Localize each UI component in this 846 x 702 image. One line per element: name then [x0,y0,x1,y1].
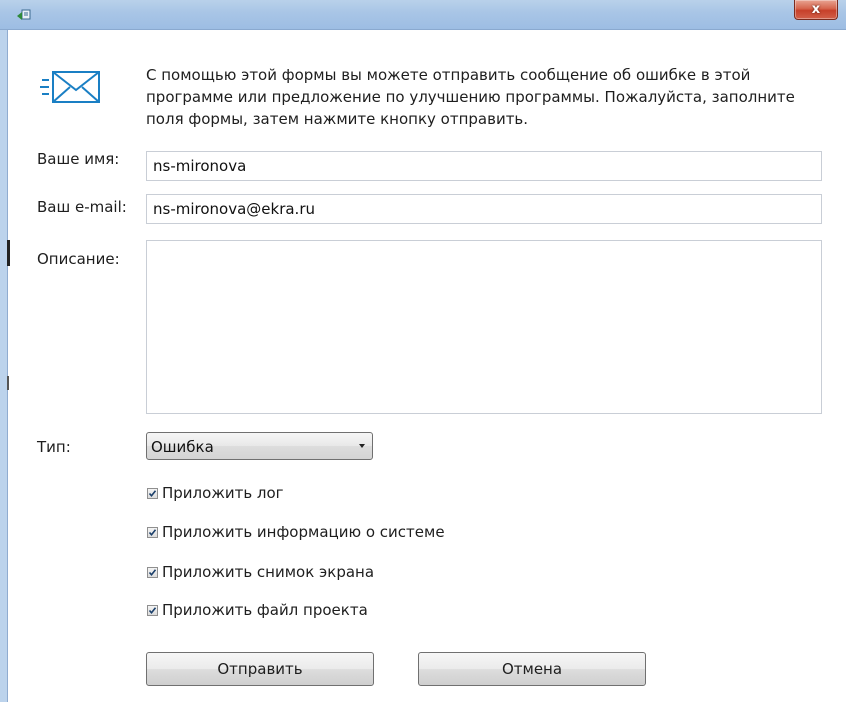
attach-project-file-checkbox[interactable]: Приложить файл проекта [147,601,368,619]
description-textarea[interactable] [146,240,822,414]
attach-log-checkbox[interactable]: Приложить лог [147,484,284,502]
send-button[interactable]: Отправить [146,652,374,686]
title-bar[interactable]: x [0,0,846,30]
type-label: Тип: [37,438,71,456]
checkbox-label: Приложить снимок экрана [162,563,375,581]
cancel-button[interactable]: Отмена [418,652,646,686]
checkbox-label: Приложить лог [162,484,284,502]
checkbox-label: Приложить информацию о системе [162,523,445,541]
mail-send-icon [40,71,100,103]
email-label: Ваш e-mail: [37,198,127,216]
app-icon [17,9,31,20]
checkbox-checked-icon [147,604,158,616]
checkbox-checked-icon [147,487,158,499]
email-input[interactable] [146,194,822,224]
attach-system-info-checkbox[interactable]: Приложить информацию о системе [147,523,445,541]
frame-mark [7,376,9,390]
checkbox-checked-icon [147,526,158,538]
dropdown-arrow-icon [359,444,365,448]
close-button[interactable]: x [794,0,838,20]
intro-text: С помощью этой формы вы можете отправить… [146,66,795,128]
checkbox-label: Приложить файл проекта [162,601,368,619]
feedback-dialog: x С помощью этой формы вы можете отправи… [0,0,846,702]
name-label: Ваше имя: [37,150,120,168]
close-icon: x [811,2,821,17]
name-input[interactable] [146,151,822,181]
attach-screenshot-checkbox[interactable]: Приложить снимок экрана [147,563,374,581]
checkbox-checked-icon [147,566,158,578]
description-label: Описание: [37,250,120,268]
frame-mark [7,240,10,266]
window-left-border [0,30,8,702]
type-select[interactable]: Ошибка [146,432,373,460]
type-selected-value: Ошибка [151,438,214,456]
